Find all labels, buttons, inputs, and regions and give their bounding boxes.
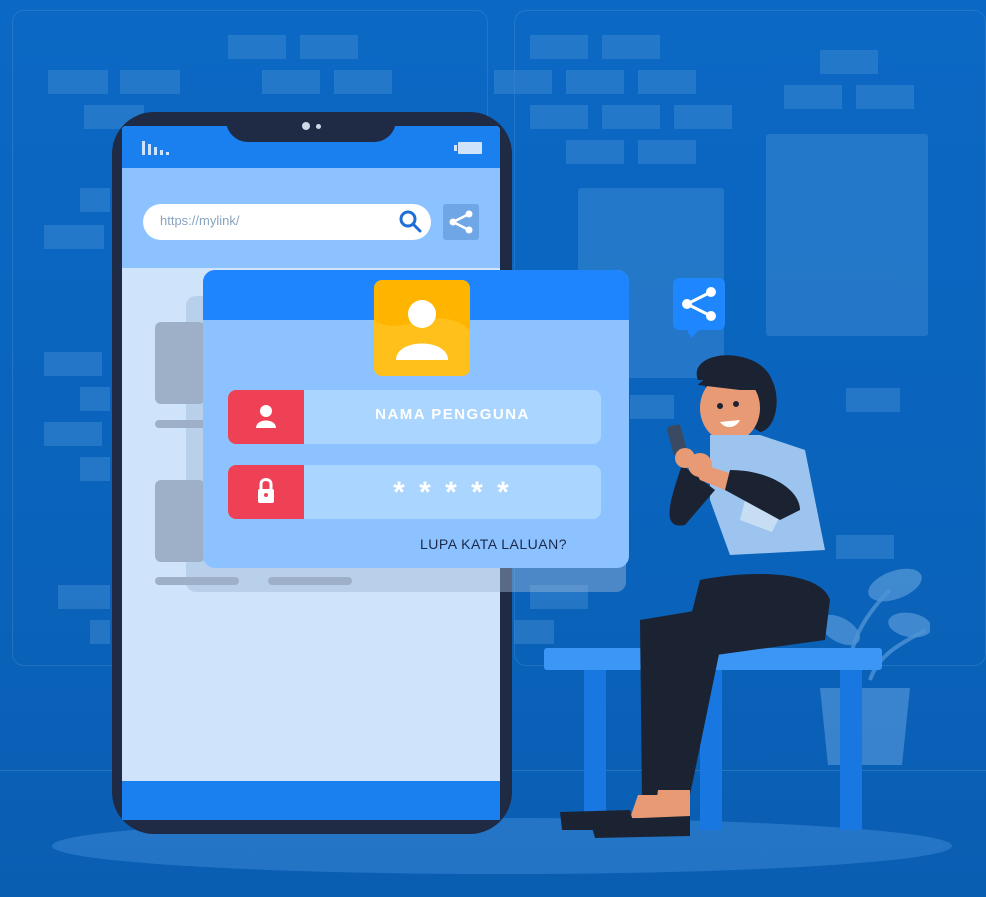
- brick: [784, 85, 842, 109]
- camera-dot: [316, 124, 321, 129]
- brick: [820, 50, 878, 74]
- brick: [566, 140, 624, 164]
- ghost-line: [268, 577, 352, 585]
- brick: [44, 352, 102, 376]
- brick: [566, 70, 624, 94]
- url-text: https://mylink/: [160, 213, 240, 228]
- brick: [44, 422, 102, 446]
- brick: [638, 140, 696, 164]
- brick: [80, 387, 110, 411]
- brick: [334, 70, 392, 94]
- brick: [530, 105, 588, 129]
- share-icon: [449, 210, 473, 234]
- signal-icon: [142, 141, 169, 155]
- brick: [856, 85, 914, 109]
- brick: [674, 105, 732, 129]
- brick: [846, 388, 900, 412]
- screen-footer: [122, 781, 500, 820]
- brick: [300, 35, 358, 59]
- brick: [530, 35, 588, 59]
- brick: [602, 105, 660, 129]
- phone-notch: [226, 112, 396, 142]
- ghost-line: [155, 577, 239, 585]
- camera-dot: [302, 122, 310, 130]
- ghost-image: [155, 480, 205, 562]
- username-icon-box: [228, 390, 304, 444]
- forgot-password-link[interactable]: LUPA KATA LALUAN?: [420, 536, 567, 552]
- person-illustration: [560, 355, 830, 838]
- ghost-image: [155, 322, 205, 404]
- brick: [120, 70, 180, 94]
- battery-icon: [454, 142, 482, 154]
- password-icon-box: [228, 465, 304, 519]
- brick: [44, 225, 104, 249]
- brick: [80, 457, 110, 481]
- wall-frame: [766, 134, 928, 336]
- illustration-scene: https://mylink/ NAMA PENGGUNA * * * * * …: [0, 0, 986, 897]
- share-icon: [682, 287, 716, 338]
- user-icon: [256, 405, 276, 428]
- avatar: [374, 280, 470, 376]
- brick: [494, 70, 552, 94]
- avatar-icon: [374, 300, 470, 376]
- brick: [90, 620, 110, 644]
- brick: [638, 70, 696, 94]
- share-bubble: [673, 278, 725, 338]
- brick: [58, 585, 110, 609]
- share-button[interactable]: [443, 204, 479, 240]
- brick: [514, 620, 554, 644]
- lock-icon: [258, 478, 274, 503]
- brick: [262, 70, 320, 94]
- search-icon[interactable]: [398, 209, 422, 233]
- brick: [602, 35, 660, 59]
- brick: [80, 188, 110, 212]
- ghost-line: [155, 420, 205, 428]
- brick: [48, 70, 108, 94]
- brick: [228, 35, 286, 59]
